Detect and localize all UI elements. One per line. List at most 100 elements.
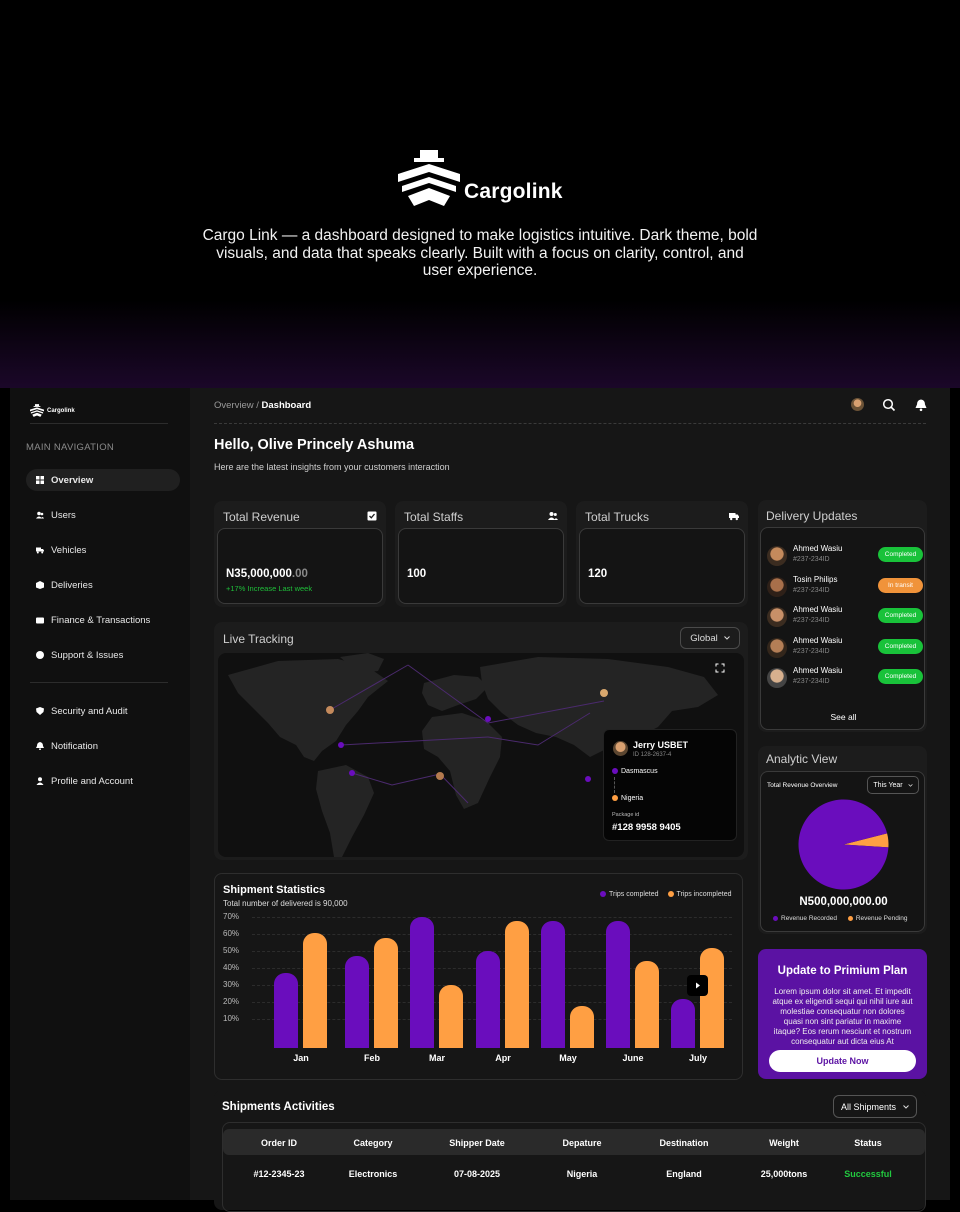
region-filter-dropdown[interactable]: Global [680,627,740,649]
analytic-view-title: Analytic View [766,752,838,766]
stat-card-trucks: Total Trucks 120 [576,501,748,607]
list-item[interactable]: Ahmed Wasiu #237-234ID Completed [767,605,923,631]
status-badge: Completed [878,608,923,623]
y-tick-label: 20% [223,997,240,1007]
x-tick-label: Mar [428,1053,445,1063]
delivery-id: #237-234ID [793,587,830,594]
live-tracking-card: Live Tracking Global Jerry USBET ID 128-… [214,622,748,860]
chart-next-button[interactable] [687,975,708,996]
trucks-value: 120 [588,568,608,580]
avatar [767,577,787,597]
bar-incompleted-feb[interactable] [374,937,398,1048]
receipt-icon [367,511,377,521]
sidebar-item-label: Notification [51,740,98,752]
sidebar-logo-text: Cargolink [47,407,75,414]
users-icon [548,512,558,520]
sidebar-item-notification[interactable]: Notification [26,735,180,757]
delivery-updates-title: Delivery Updates [766,509,858,523]
avatar[interactable] [851,398,864,411]
brand-name: Cargolink [464,180,563,203]
activities-title: Shipments Activities [222,1101,335,1113]
shipments-filter-dropdown[interactable]: All Shipments [833,1095,917,1118]
sidebar-item-label: Finance & Transactions [51,614,151,626]
bar-incompleted-mar[interactable] [439,985,463,1048]
staffs-value: 100 [407,568,427,580]
sidebar-item-finance[interactable]: Finance & Transactions [26,609,180,631]
bar-completed-feb[interactable] [345,956,369,1048]
breadcrumb-parent[interactable]: Overview [214,400,254,411]
column-header: Category [353,1138,393,1148]
column-header: Status [854,1138,882,1148]
sidebar-item-support[interactable]: Support & Issues [26,644,180,666]
cell-status: Successful [844,1169,892,1179]
legend-swatch-recorded [773,915,778,921]
x-tick-label: July [688,1053,707,1063]
search-icon[interactable] [882,398,896,412]
fullscreen-icon[interactable] [715,663,725,673]
sidebar-item-overview[interactable]: Overview [26,469,180,491]
bar-completed-july[interactable] [671,998,695,1048]
grid-line [252,917,732,919]
bar-incompleted-apr[interactable] [505,920,529,1048]
bar-completed-june[interactable] [606,920,630,1048]
list-item[interactable]: Ahmed Wasiu #237-234ID Completed [767,636,923,662]
bar-incompleted-july[interactable] [700,947,724,1048]
stat-card-revenue: Total Revenue N35,000,000.00 +17% Increa… [214,501,386,607]
bar-completed-jan[interactable] [274,973,298,1048]
chevron-down-icon [723,636,730,640]
revenue-change-note: +17% Increase Last week [226,584,313,593]
courier-id: ID 128-2637-4 [633,752,672,758]
sidebar-item-users[interactable]: Users [26,504,180,526]
route-origin: Dasmascus [612,768,658,775]
bar-incompleted-june[interactable] [635,961,659,1048]
bar-completed-mar[interactable] [410,917,434,1048]
sidebar: Cargolink MAIN NAVIGATION Overview Users… [10,388,190,1200]
sidebar-item-profile[interactable]: Profile and Account [26,770,180,792]
stat-box: 120 [579,528,745,604]
sidebar-logo[interactable]: Cargolink [30,404,75,417]
divider [214,423,926,424]
cell-shipper-date: 07-08-2025 [453,1169,501,1179]
bell-icon[interactable] [914,398,928,412]
dashboard-app: Cargolink MAIN NAVIGATION Overview Users… [10,388,950,1212]
see-all-link[interactable]: See all [761,712,926,722]
list-item[interactable]: Tosin Philips #237-234ID In transit [767,575,923,601]
sidebar-item-deliveries[interactable]: Deliveries [26,574,180,596]
list-item[interactable]: Ahmed Wasiu #237-234ID Completed [767,666,923,692]
origin-dot [612,768,618,775]
shipment-popup[interactable]: Jerry USBET ID 128-2637-4 Dasmascus Nige… [603,729,737,841]
shipment-title: Shipment Statistics [223,884,326,896]
delivery-name: Ahmed Wasiu [793,544,843,553]
period-dropdown[interactable]: This Year [867,776,919,794]
shipment-subtitle: Total number of delivered is 90,000 [223,899,348,908]
grid-line [252,934,732,936]
world-map[interactable]: Jerry USBET ID 128-2637-4 Dasmascus Nige… [218,653,744,857]
sidebar-item-security[interactable]: Security and Audit [26,700,180,722]
bar-completed-may[interactable] [541,920,565,1048]
bar-incompleted-jan[interactable] [303,932,327,1048]
hero-banner: Cargolink Cargo Link — a dashboard desig… [0,0,960,388]
sidebar-item-label: Vehicles [51,544,87,556]
bar-incompleted-may[interactable] [570,1005,594,1048]
delivery-name: Ahmed Wasiu [793,605,843,614]
sidebar-item-vehicles[interactable]: Vehicles [26,539,180,561]
x-tick-label: May [559,1053,577,1063]
bar-completed-apr[interactable] [476,951,500,1048]
list-item[interactable]: Ahmed Wasiu #237-234ID Completed [767,544,923,570]
premium-upgrade-card: Update to Primium Plan Lorem ipsum dolor… [758,949,927,1079]
avatar [613,741,628,756]
cell-category: Electronics [348,1169,398,1179]
update-now-button[interactable]: Update Now [769,1050,916,1072]
delivery-name: Ahmed Wasiu [793,636,843,645]
play-icon [696,982,700,989]
x-tick-label: Jan [293,1053,309,1063]
revenue-value: N35,000,000.00 [226,568,308,580]
greeting-title: Hello, Olive Princely Ashuma [214,437,415,453]
y-tick-label: 30% [223,980,240,990]
divider [30,682,168,683]
column-header: Shipper Date [449,1138,505,1148]
breadcrumb-current: Dashboard [261,400,312,411]
support-icon [36,651,44,659]
route-destination: Nigeria [612,795,643,802]
legend-swatch-incompleted [667,891,674,898]
